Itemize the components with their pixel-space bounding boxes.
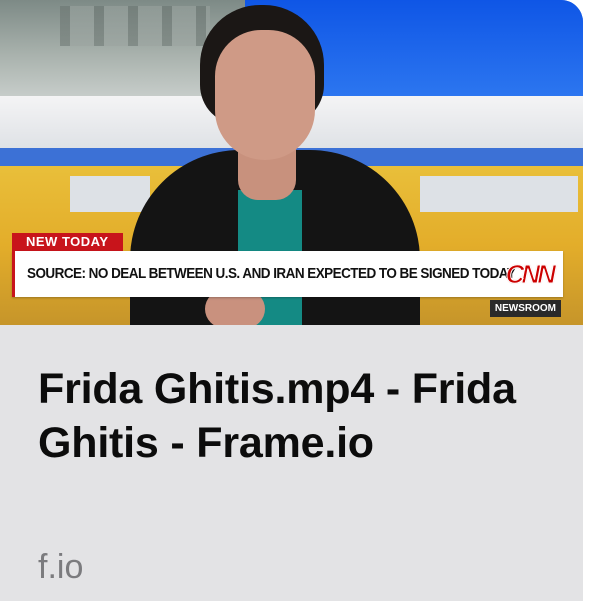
headline-banner: SOURCE: NO DEAL BETWEEN U.S. AND IRAN EX…	[12, 251, 563, 297]
video-thumbnail[interactable]: NEW TODAY SOURCE: NO DEAL BETWEEN U.S. A…	[0, 0, 583, 325]
link-preview-card[interactable]: NEW TODAY SOURCE: NO DEAL BETWEEN U.S. A…	[0, 0, 583, 601]
new-today-tag: NEW TODAY	[12, 233, 123, 251]
link-title[interactable]: Frida Ghitis.mp4 - Frida Ghitis - Frame.…	[38, 362, 548, 470]
headline-text: SOURCE: NO DEAL BETWEEN U.S. AND IRAN EX…	[27, 265, 516, 282]
background-panel	[420, 176, 578, 212]
link-domain: f.io	[38, 548, 84, 586]
speaker-face	[215, 30, 315, 160]
network-logo: CNN	[505, 259, 556, 290]
show-name-badge: NEWSROOM	[489, 300, 561, 317]
background-panel	[70, 176, 150, 212]
